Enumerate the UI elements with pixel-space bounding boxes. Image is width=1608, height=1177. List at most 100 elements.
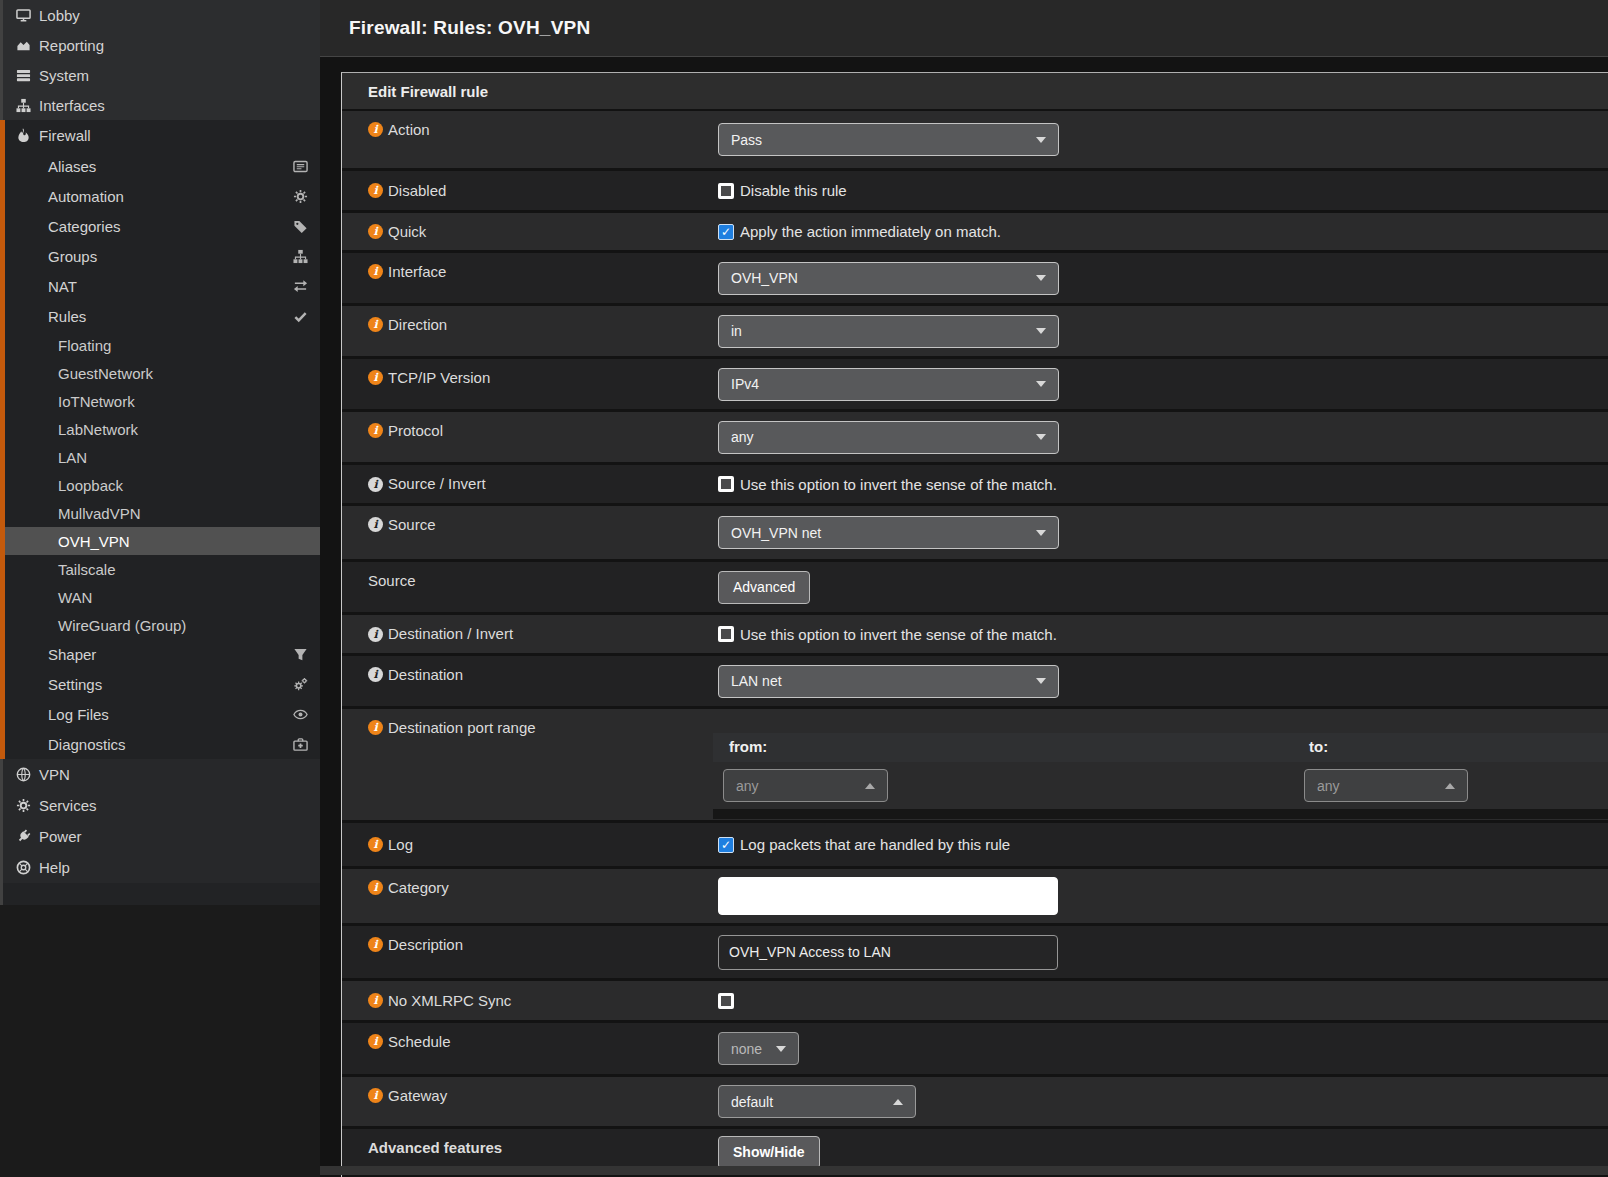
sidebar-item-label: LAN <box>58 449 87 466</box>
info-icon[interactable]: i <box>368 937 383 952</box>
info-icon[interactable]: i <box>368 423 383 438</box>
sidebar-item-diagnostics[interactable]: Diagnostics <box>0 729 320 759</box>
sidebar-item-system[interactable]: System <box>0 60 320 90</box>
info-icon[interactable]: i <box>368 224 383 239</box>
direction-select[interactable]: in <box>718 315 1059 348</box>
form-row-log-13: iLog✓Log packets that are handled by thi… <box>342 823 1608 869</box>
log-checkbox[interactable]: ✓ <box>718 837 734 853</box>
source-invert-checkbox[interactable] <box>718 476 734 492</box>
sidebar-item-lobby[interactable]: Lobby <box>0 0 320 30</box>
info-icon[interactable]: i <box>368 517 383 532</box>
sidebar-item-floating[interactable]: Floating <box>0 331 320 359</box>
sidebar-item-ovh-vpn[interactable]: OVH_VPN <box>0 527 320 555</box>
interface-select[interactable]: OVH_VPN <box>718 262 1059 295</box>
info-icon[interactable]: i <box>368 477 383 492</box>
info-icon[interactable]: i <box>368 837 383 852</box>
info-icon[interactable]: i <box>368 667 383 682</box>
port-from-select[interactable]: any <box>723 769 888 802</box>
help-icon <box>13 860 33 876</box>
show-hide-button[interactable]: Show/Hide <box>718 1136 820 1169</box>
sidebar-item-labnetwork[interactable]: LabNetwork <box>0 415 320 443</box>
sidebar-item-tailscale[interactable]: Tailscale <box>0 555 320 583</box>
horizontal-scrollbar[interactable] <box>320 1166 1608 1175</box>
schedule-select[interactable]: none <box>718 1032 799 1065</box>
info-icon[interactable]: i <box>368 370 383 385</box>
row-label: i Description <box>342 926 718 978</box>
action-select[interactable]: Pass <box>718 123 1059 156</box>
sidebar-item-aliases[interactable]: Aliases <box>0 151 320 181</box>
sidebar-item-log-files[interactable]: Log Files <box>0 699 320 729</box>
sidebar-item-mullvadvpn[interactable]: MullvadVPN <box>0 499 320 527</box>
no-xmlrpc-sync-checkbox[interactable] <box>718 993 734 1009</box>
row-control: Disable this rule <box>718 171 1608 210</box>
port-table-scrollbar[interactable] <box>713 809 1608 819</box>
quick-checkbox[interactable]: ✓ <box>718 224 734 240</box>
sidebar-item-rules[interactable]: Rules <box>0 301 320 331</box>
main-content: Firewall: Rules: OVH_VPN Edit Firewall r… <box>320 0 1608 1177</box>
row-label-text: Disabled <box>388 183 446 199</box>
sidebar: LobbyReportingSystemInterfaces Firewall A… <box>0 0 320 1177</box>
sidebar-item-categories[interactable]: Categories <box>0 211 320 241</box>
checkbox-label: Apply the action immediately on match. <box>740 223 1001 240</box>
info-icon[interactable]: i <box>368 627 383 642</box>
description-input[interactable] <box>718 935 1058 970</box>
form-row-destination-11: iDestinationLAN net <box>342 656 1608 709</box>
info-icon[interactable]: i <box>368 720 383 735</box>
sidebar-item-reporting[interactable]: Reporting <box>0 30 320 60</box>
gateway-select[interactable]: default <box>718 1085 916 1118</box>
row-label-text: Description <box>388 937 463 953</box>
edit-firewall-rule-panel: Edit Firewall rule iActionPass i Disabled D… <box>341 72 1608 1177</box>
sidebar-item-firewall[interactable]: Firewall <box>0 120 320 151</box>
sidebar-item-help[interactable]: Help <box>0 852 320 883</box>
destination-select[interactable]: LAN net <box>718 665 1059 698</box>
sidebar-item-automation[interactable]: Automation <box>0 181 320 211</box>
sidebar-item-wireguard-group[interactable]: WireGuard (Group) <box>0 611 320 639</box>
row-control: from:to:anyany <box>718 709 1608 820</box>
info-icon[interactable]: i <box>368 880 383 895</box>
sidebar-item-interfaces[interactable]: Interfaces <box>0 90 320 120</box>
info-icon[interactable]: i <box>368 1088 383 1103</box>
row-control: any <box>718 412 1608 462</box>
destination-invert-checkbox[interactable] <box>718 626 734 642</box>
source-select[interactable]: OVH_VPN net <box>718 516 1059 549</box>
row-control <box>718 926 1608 978</box>
port-to-select[interactable]: any <box>1304 769 1468 802</box>
row-label: iGateway <box>342 1077 718 1126</box>
checkbox-label: Use this option to invert the sense of t… <box>740 626 1057 643</box>
sidebar-item-vpn[interactable]: VPN <box>0 759 320 790</box>
sidebar-item-iotnetwork[interactable]: IoTNetwork <box>0 387 320 415</box>
advanced-button[interactable]: Advanced <box>718 571 810 604</box>
disabled-checkbox[interactable] <box>718 183 734 199</box>
sidebar-firewall-section: Firewall AliasesAutomationCategoriesGroup… <box>0 120 320 759</box>
sidebar-item-guestnetwork[interactable]: GuestNetwork <box>0 359 320 387</box>
sidebar-item-label: Firewall <box>39 127 91 144</box>
checkbox-label: Use this option to invert the sense of t… <box>740 476 1057 493</box>
sidebar-item-power[interactable]: Power <box>0 821 320 852</box>
sidebar-item-services[interactable]: Services <box>0 790 320 821</box>
info-icon[interactable]: i <box>368 993 383 1008</box>
panel-title: Edit Firewall rule <box>342 73 1608 111</box>
info-icon[interactable]: i <box>368 264 383 279</box>
info-icon[interactable]: i <box>368 183 383 198</box>
checkbox-line <box>718 993 734 1009</box>
info-icon[interactable]: i <box>368 317 383 332</box>
sidebar-item-shaper[interactable]: Shaper <box>0 639 320 669</box>
info-icon[interactable]: i <box>368 1034 383 1049</box>
sidebar-item-label: OVH_VPN <box>58 533 130 550</box>
tcp-ip-version-select[interactable]: IPv4 <box>718 368 1059 401</box>
sidebar-item-groups[interactable]: Groups <box>0 241 320 271</box>
category-input[interactable] <box>718 877 1058 915</box>
medkit-icon <box>293 737 308 752</box>
row-label: iAction <box>342 111 718 168</box>
checkbox-line: ✓Log packets that are handled by this ru… <box>718 836 1010 853</box>
sidebar-item-loopback[interactable]: Loopback <box>0 471 320 499</box>
row-label: iQuick <box>342 213 718 250</box>
info-icon[interactable]: i <box>368 122 383 137</box>
sidebar-item-wan[interactable]: WAN <box>0 583 320 611</box>
form-row-protocol-6: iProtocolany <box>342 412 1608 465</box>
sidebar-item-nat[interactable]: NAT <box>0 271 320 301</box>
protocol-select[interactable]: any <box>718 421 1059 454</box>
sidebar-item-lan[interactable]: LAN <box>0 443 320 471</box>
sidebar-item-settings[interactable]: Settings <box>0 669 320 699</box>
chart-area-icon <box>13 37 33 53</box>
